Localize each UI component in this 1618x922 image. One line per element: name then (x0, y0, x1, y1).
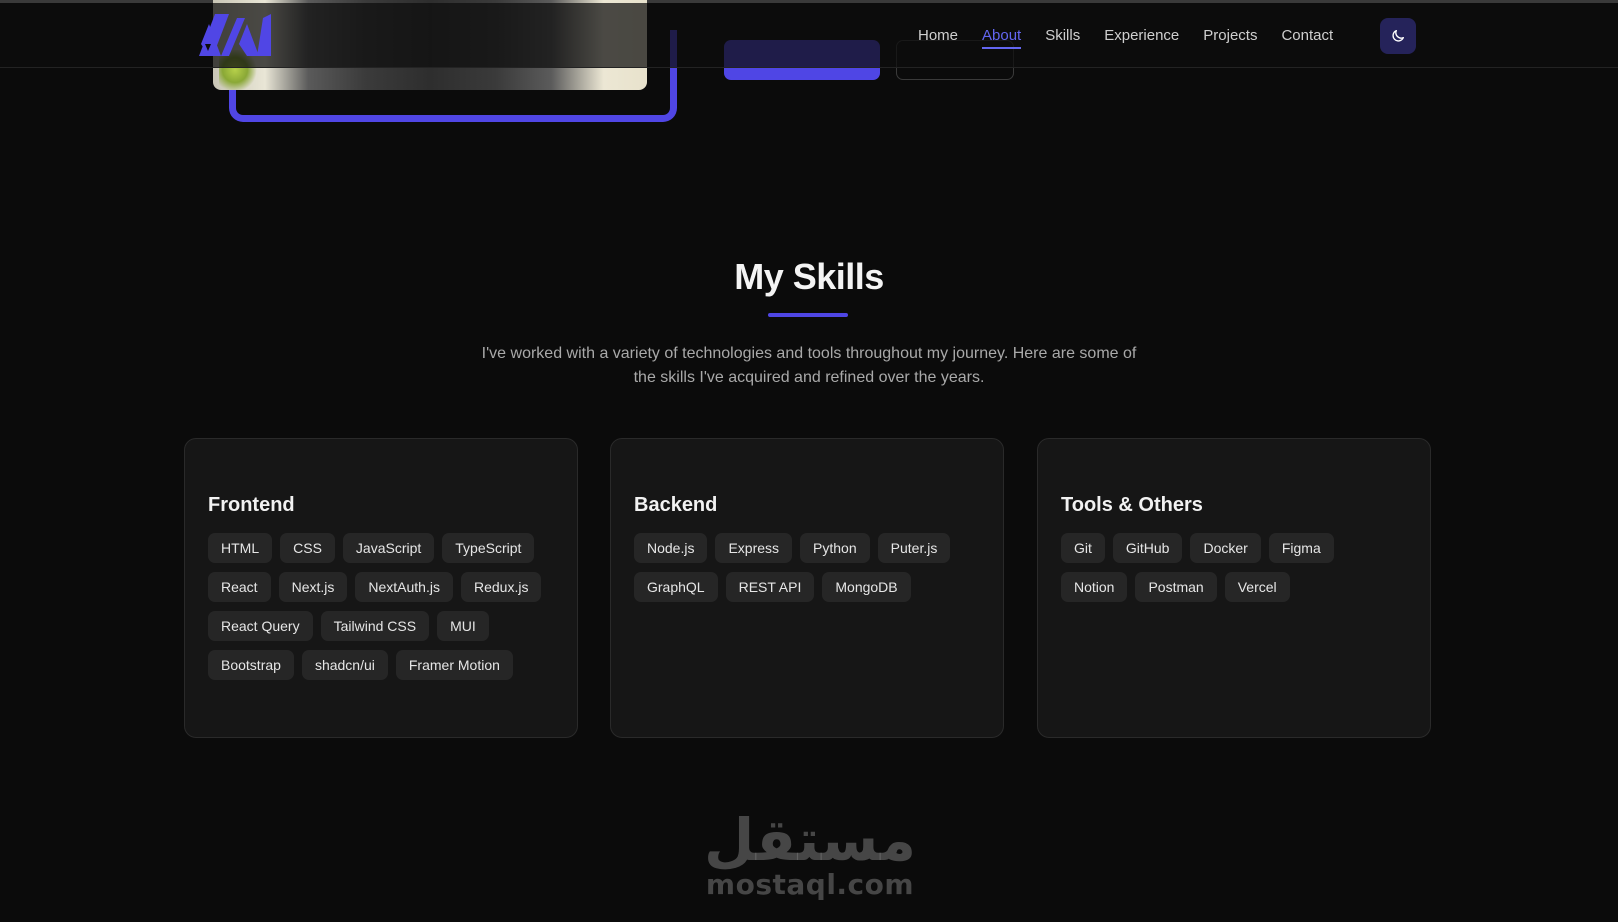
nav-link-home[interactable]: Home (918, 26, 958, 46)
nav-link-contact[interactable]: Contact (1281, 26, 1333, 46)
skill-tag: Git (1061, 533, 1105, 563)
section-title: My Skills (734, 256, 884, 297)
title-underline (768, 313, 848, 317)
skill-tag: Notion (1061, 572, 1128, 602)
skill-tag: CSS (280, 533, 335, 563)
skill-tag: JavaScript (342, 533, 435, 563)
skill-tag: Next.js (278, 572, 348, 602)
section-description: I've worked with a variety of technologi… (481, 345, 1137, 386)
skill-tag: GraphQL (634, 572, 718, 602)
skill-tag: Vercel (1224, 572, 1290, 602)
watermark-latin: mostaql.com (705, 868, 915, 901)
nav-link-experience[interactable]: Experience (1104, 26, 1179, 46)
logo-icon (199, 14, 271, 56)
skill-tag: Tailwind CSS (320, 611, 430, 641)
card-title: Frontend (208, 494, 295, 516)
skill-tag: Postman (1135, 572, 1217, 602)
skill-tag: REST API (725, 572, 815, 602)
skill-tag: Docker (1190, 533, 1261, 563)
nav-link-projects[interactable]: Projects (1203, 26, 1257, 46)
skill-tag: Python (800, 533, 870, 563)
skill-card-backend: Backend Node.js Express Python Puter.js Grap… (610, 438, 1004, 738)
skill-tag: MUI (437, 611, 489, 641)
skill-tag: React Query (208, 611, 313, 641)
skill-tag: Bootstrap (208, 650, 294, 680)
skill-tag: NextAuth.js (355, 572, 453, 602)
skill-tag: React (208, 572, 271, 602)
skill-card-tools: Tools & Others Git GitHub Docker Figma Notio… (1037, 438, 1431, 738)
watermark-arabic: مستقل (703, 806, 917, 874)
nav-link-about[interactable]: About (982, 26, 1022, 49)
skill-card-frontend: Frontend HTML CSS JavaScript TypeScript Reac… (184, 438, 578, 738)
skill-tag: GitHub (1112, 533, 1183, 563)
skill-tag: TypeScript (442, 533, 535, 563)
skill-tag: Figma (1268, 533, 1334, 563)
skill-tag: Node.js (634, 533, 708, 563)
skill-tag: Puter.js (877, 533, 951, 563)
skill-tag: Framer Motion (395, 650, 513, 680)
card-title: Backend (634, 494, 718, 516)
skill-tag: MongoDB (822, 572, 911, 602)
nav-link-skills[interactable]: Skills (1045, 26, 1080, 46)
watermark: مستقل mostaql.com (700, 808, 920, 908)
card-title: Tools & Others (1061, 494, 1203, 516)
logo-mark[interactable] (199, 14, 271, 56)
navbar: Home About Skills Experience Projects Contact (0, 3, 1618, 68)
theme-toggle-button[interactable] (1380, 18, 1416, 54)
skill-tag: HTML (208, 533, 273, 563)
skill-tag: Express (715, 533, 793, 563)
nav-links: Home About Skills Experience Projects Contact (918, 3, 1333, 68)
skill-tag: shadcn/ui (301, 650, 388, 680)
moon-icon (1392, 30, 1404, 42)
tag-list: Node.js Express Python Puter.js GraphQL REST … (634, 533, 981, 602)
tag-list: HTML CSS JavaScript TypeScript React Next.js N… (208, 533, 555, 680)
tag-list: Git GitHub Docker Figma Notion Postman Vercel (1061, 533, 1408, 602)
skill-tag: Redux.js (460, 572, 542, 602)
